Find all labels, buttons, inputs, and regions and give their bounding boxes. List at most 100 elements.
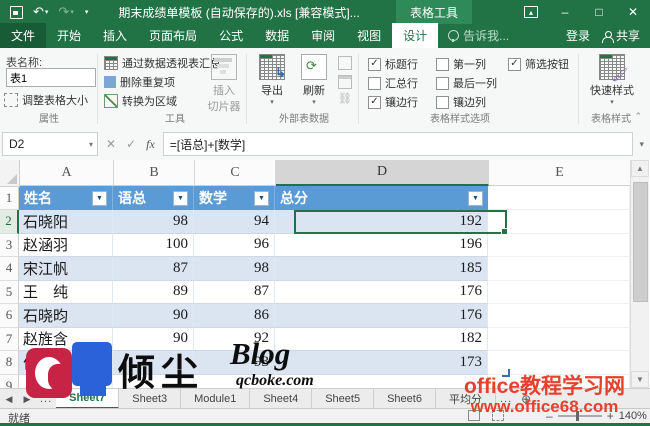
sheet-nav-right-icon[interactable]: ▶ — [18, 389, 36, 409]
cell-a6[interactable]: 石晓昀 — [19, 304, 113, 328]
insert-function-icon[interactable]: fx — [146, 137, 155, 152]
quick-styles-button[interactable]: 🖌 快速样式 ▾ — [586, 54, 638, 106]
redo-dropdown-icon[interactable]: ▾ — [70, 8, 74, 16]
undo-dropdown-icon[interactable]: ▾ — [45, 8, 49, 16]
cell-a2[interactable]: 石晓阳 — [19, 210, 113, 234]
summarize-with-pivottable-button[interactable]: 通过数据透视表汇总 — [104, 55, 221, 71]
tab-home[interactable]: 开始 — [46, 23, 92, 48]
table-header-name[interactable]: 姓名 ▼ — [19, 186, 113, 210]
open-in-browser-icon[interactable] — [338, 75, 352, 89]
filter-dropdown-icon[interactable]: ▼ — [468, 190, 483, 206]
scroll-up-icon[interactable]: ▲ — [631, 160, 649, 177]
tab-data[interactable]: 数据 — [254, 23, 300, 48]
checkbox-last-column[interactable]: 最后一列 — [436, 75, 497, 91]
sheet-tab-sheet3[interactable]: Sheet3 — [119, 389, 182, 409]
close-button[interactable]: ✕ — [616, 0, 650, 24]
tab-insert[interactable]: 插入 — [92, 23, 138, 48]
row-header-9[interactable]: 9 — [0, 374, 19, 388]
save-button[interactable] — [6, 2, 27, 22]
table-name-input[interactable] — [6, 68, 96, 87]
cell-d6[interactable]: 176 — [275, 304, 488, 328]
zoom-in-icon[interactable]: + — [607, 409, 614, 423]
sheet-tab-module1[interactable]: Module1 — [181, 389, 251, 409]
name-box-dropdown-icon[interactable]: ▾ — [89, 140, 97, 149]
convert-to-range-button[interactable]: 转换为区域 — [104, 93, 177, 109]
fill-handle[interactable] — [501, 228, 508, 235]
sheet-nav-left-icon[interactable]: ◀ — [0, 389, 18, 409]
context-tab-table-tools[interactable]: 表格工具 — [396, 0, 473, 24]
refresh-button[interactable]: ⟳ 刷新 ▾ — [296, 54, 332, 106]
checkbox-banded-columns[interactable]: 镶边列 — [436, 94, 486, 110]
cell-c6[interactable]: 86 — [194, 304, 275, 328]
cell-b9[interactable] — [113, 374, 194, 388]
data-range-properties-icon[interactable] — [338, 56, 352, 70]
cell-a8[interactable]: 佳威 — [19, 351, 113, 375]
column-header-a[interactable]: A — [20, 160, 114, 186]
filter-dropdown-icon[interactable]: ▼ — [254, 190, 269, 206]
tab-design[interactable]: 设计 — [392, 23, 439, 48]
cell-d7[interactable]: 182 — [275, 327, 488, 351]
maximize-button[interactable]: □ — [582, 0, 616, 24]
column-header-e[interactable]: E — [489, 160, 631, 186]
cell-b8[interactable] — [113, 351, 194, 375]
vertical-scrollbar[interactable]: ▲ ▼ — [630, 160, 649, 388]
minimize-button[interactable]: – — [548, 0, 582, 24]
row-header-8[interactable]: 8 — [0, 351, 19, 375]
column-header-c[interactable]: C — [195, 160, 276, 186]
export-button[interactable]: ↳ 导出 ▾ — [254, 54, 290, 106]
cell-e1[interactable] — [488, 186, 630, 210]
sign-in-link[interactable]: 登录 — [566, 27, 590, 44]
checkbox-header-row[interactable]: ✓ 标题行 — [368, 56, 418, 72]
filter-dropdown-icon[interactable]: ▼ — [173, 190, 188, 206]
cell-a3[interactable]: 赵涵羽 — [19, 233, 113, 257]
cell-e3[interactable] — [488, 233, 630, 257]
row-header-1[interactable]: 1 — [0, 186, 19, 210]
row-header-3[interactable]: 3 — [0, 233, 19, 257]
sheet-overflow-left[interactable]: ... — [36, 389, 56, 409]
cell-b5[interactable]: 89 — [113, 280, 194, 304]
zoom-percentage[interactable]: 140% — [619, 410, 647, 422]
sheet-tab-sheet7[interactable]: Sheet7 — [56, 389, 120, 409]
enter-formula-icon[interactable]: ✓ — [126, 137, 136, 151]
cell-b2[interactable]: 98 — [113, 210, 194, 234]
tab-file[interactable]: 文件 — [0, 23, 47, 48]
tell-me-box[interactable]: 告诉我... — [438, 23, 519, 48]
scrollbar-thumb[interactable] — [633, 182, 648, 302]
insert-slicer-button[interactable]: 插入 切片器 — [207, 54, 241, 114]
cell-c8[interactable]: 93 — [194, 351, 275, 375]
undo-button[interactable]: ↶ ▾ — [29, 2, 52, 22]
cancel-formula-icon[interactable]: ✕ — [106, 137, 116, 151]
scroll-down-icon[interactable]: ▼ — [631, 371, 649, 388]
cell-d5[interactable]: 176 — [275, 280, 488, 304]
table-resize-handle[interactable] — [502, 369, 510, 377]
resize-table-button[interactable]: 调整表格大小 — [4, 92, 88, 108]
row-header-7[interactable]: 7 — [0, 327, 19, 351]
cell-e7[interactable] — [488, 327, 630, 351]
sheet-overflow-right[interactable]: ... — [496, 389, 516, 409]
column-header-d-selected[interactable]: D — [276, 160, 489, 186]
row-header-4[interactable]: 4 — [0, 257, 19, 281]
cell-b3[interactable]: 100 — [113, 233, 194, 257]
cell-e6[interactable] — [488, 304, 630, 328]
customize-qat-button[interactable]: ▾ — [80, 2, 93, 22]
tab-review[interactable]: 审阅 — [300, 23, 346, 48]
new-sheet-icon[interactable]: ⊕ — [516, 389, 536, 409]
sheet-tab-sheet6[interactable]: Sheet6 — [374, 389, 436, 409]
table-header-math[interactable]: 数学 ▼ — [194, 186, 275, 210]
cell-e4[interactable] — [488, 257, 630, 281]
cell-b7[interactable]: 90 — [113, 327, 194, 351]
tab-page-layout[interactable]: 页面布局 — [138, 23, 208, 48]
row-header-6[interactable]: 6 — [0, 304, 19, 328]
column-header-b[interactable]: B — [114, 160, 195, 186]
tab-view[interactable]: 视图 — [346, 23, 392, 48]
ribbon-display-options-button[interactable]: ▴ — [514, 0, 548, 24]
zoom-slider-thumb[interactable] — [575, 411, 579, 421]
cell-c7[interactable]: 92 — [194, 327, 275, 351]
cell-a9[interactable] — [19, 374, 113, 388]
table-header-chinese[interactable]: 语总 ▼ — [113, 186, 194, 210]
row-header-2[interactable]: 2 — [0, 210, 19, 234]
formula-bar-expand-icon[interactable]: ▾ — [633, 139, 650, 150]
sheet-tab-sheet4[interactable]: Sheet4 — [250, 389, 313, 409]
cell-a5[interactable]: 王 纯 — [19, 280, 113, 304]
zoom-out-icon[interactable]: – — [546, 409, 553, 423]
